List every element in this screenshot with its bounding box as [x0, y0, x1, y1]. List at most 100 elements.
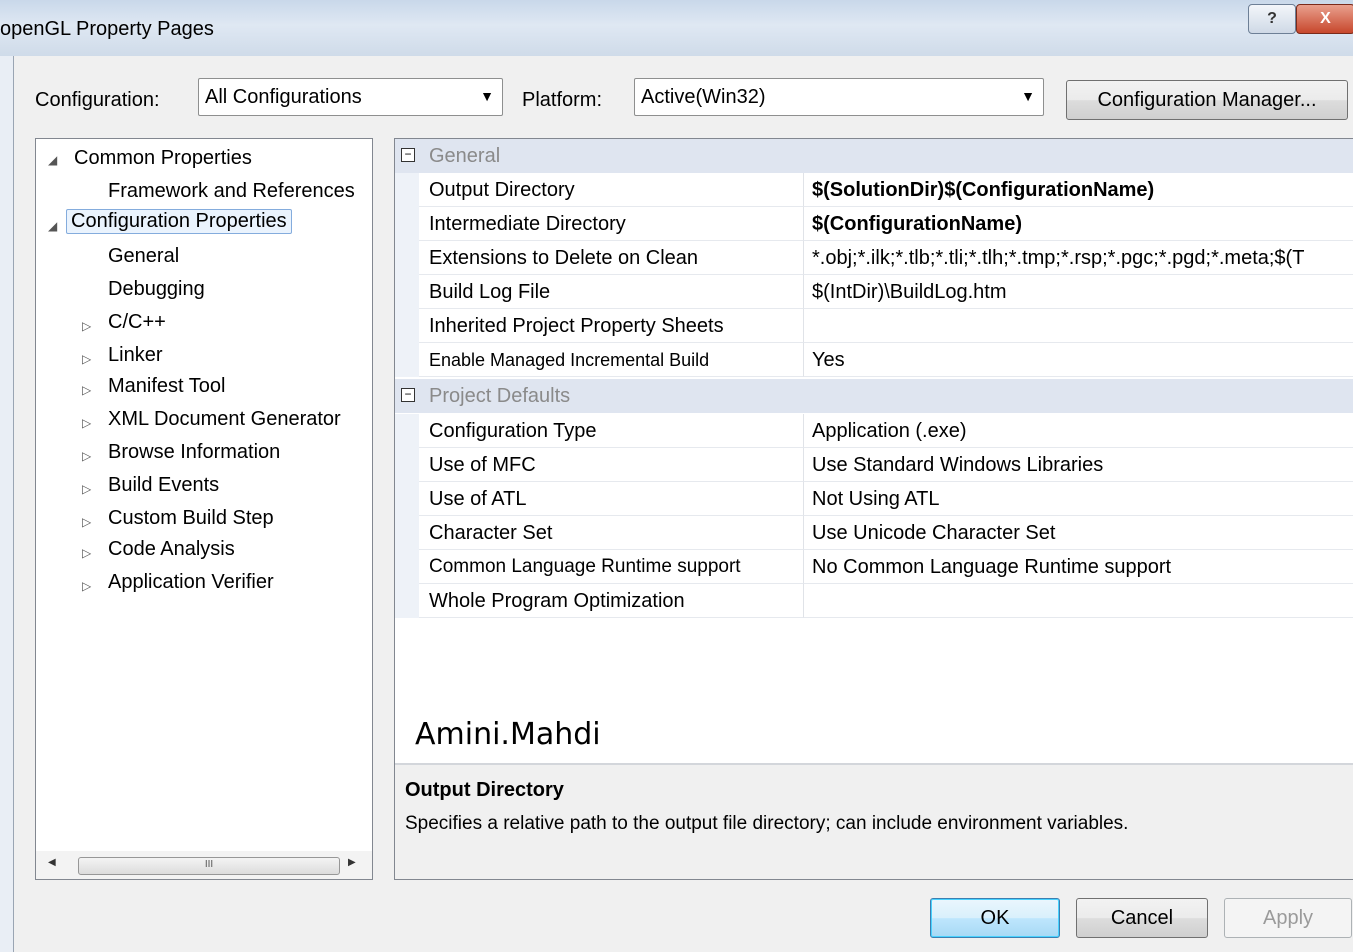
table-row[interactable]: Use of ATL Not Using ATL [395, 482, 1353, 516]
tree-item-build-events[interactable]: Build Events [108, 474, 219, 497]
property-name: Build Log File [419, 275, 804, 309]
row-gutter [395, 275, 419, 309]
property-value[interactable]: Not Using ATL [804, 482, 1353, 516]
chevron-down-icon: ▼ [480, 88, 494, 104]
table-row[interactable]: Extensions to Delete on Clean *.obj;*.il… [395, 241, 1353, 275]
property-value[interactable] [804, 309, 1353, 343]
platform-dropdown[interactable]: Active(Win32) ▼ [634, 78, 1044, 116]
ok-button[interactable]: OK [930, 898, 1060, 938]
collapsed-icon[interactable]: ▷ [82, 515, 91, 529]
property-name: Use of ATL [419, 482, 804, 516]
property-name: Character Set [419, 516, 804, 550]
property-value[interactable]: Use Standard Windows Libraries [804, 448, 1353, 482]
collapsed-icon[interactable]: ▷ [82, 352, 91, 366]
configuration-dropdown[interactable]: All Configurations ▼ [198, 78, 503, 116]
expanded-icon[interactable]: ◢ [48, 219, 57, 233]
table-row[interactable]: Character Set Use Unicode Character Set [395, 516, 1353, 550]
configuration-manager-button[interactable]: Configuration Manager... [1066, 80, 1348, 120]
collapse-icon[interactable]: − [401, 388, 415, 402]
tree-item-configuration-properties[interactable]: Configuration Properties [66, 209, 292, 234]
property-value[interactable]: No Common Language Runtime support [804, 550, 1353, 584]
description-text: Specifies a relative path to the output … [405, 813, 1129, 834]
row-gutter [395, 550, 419, 584]
property-value[interactable] [804, 584, 1353, 618]
tree-item-framework-and-references[interactable]: Framework and References [108, 180, 355, 203]
description-title: Output Directory [405, 779, 564, 801]
property-name: Common Language Runtime support [419, 550, 804, 584]
category-general[interactable]: − General [395, 139, 1353, 173]
collapsed-icon[interactable]: ▷ [82, 579, 91, 593]
dialog-client-area: Configuration: All Configurations ▼ Plat… [13, 56, 1353, 952]
table-row[interactable]: Configuration Type Application (.exe) [395, 414, 1353, 448]
help-icon: ? [1267, 10, 1277, 27]
cancel-button[interactable]: Cancel [1076, 898, 1208, 938]
property-value[interactable]: $(ConfigurationName) [804, 207, 1353, 241]
property-value[interactable]: $(SolutionDir)$(ConfigurationName) [804, 173, 1353, 207]
table-row[interactable]: Enable Managed Incremental Build Yes [395, 343, 1353, 377]
collapsed-icon[interactable]: ▷ [82, 449, 91, 463]
description-pane: Output Directory Specifies a relative pa… [395, 763, 1353, 879]
property-value[interactable]: $(IntDir)\BuildLog.htm [804, 275, 1353, 309]
help-button[interactable]: ? [1248, 4, 1296, 34]
platform-value: Active(Win32) [641, 86, 766, 108]
collapsed-icon[interactable]: ▷ [82, 319, 91, 333]
property-name: Enable Managed Incremental Build [419, 343, 804, 377]
table-row[interactable]: Output Directory $(SolutionDir)$(Configu… [395, 173, 1353, 207]
grip-icon: III [204, 859, 214, 870]
property-name: Whole Program Optimization [419, 584, 804, 618]
property-value[interactable]: Application (.exe) [804, 414, 1353, 448]
tree-item-application-verifier[interactable]: Application Verifier [108, 571, 274, 594]
collapse-icon[interactable]: − [401, 148, 415, 162]
tree-item-code-analysis[interactable]: Code Analysis [108, 538, 235, 561]
row-gutter [395, 343, 419, 377]
category-title: Project Defaults [429, 385, 571, 407]
apply-button[interactable]: Apply [1224, 898, 1352, 938]
category-project-defaults[interactable]: − Project Defaults [395, 379, 1353, 413]
scroll-right-icon[interactable]: ▶ [348, 857, 356, 868]
collapsed-icon[interactable]: ▷ [82, 416, 91, 430]
expanded-icon[interactable]: ◢ [48, 153, 57, 167]
collapsed-icon[interactable]: ▷ [82, 482, 91, 496]
tree-item-linker[interactable]: Linker [108, 344, 162, 367]
row-gutter [395, 207, 419, 241]
row-gutter [395, 482, 419, 516]
property-name: Use of MFC [419, 448, 804, 482]
property-name: Intermediate Directory [419, 207, 804, 241]
tree-item-browse-information[interactable]: Browse Information [108, 441, 280, 464]
scroll-left-icon[interactable]: ◀ [48, 857, 56, 868]
table-row[interactable]: Use of MFC Use Standard Windows Librarie… [395, 448, 1353, 482]
tree-item-general[interactable]: General [108, 245, 179, 268]
property-value[interactable]: Yes [804, 343, 1353, 377]
property-name: Inherited Project Property Sheets [419, 309, 804, 343]
scrollbar-thumb[interactable]: III [78, 857, 340, 875]
property-value[interactable]: *.obj;*.ilk;*.tlb;*.tli;*.tlh;*.tmp;*.rs… [804, 241, 1353, 275]
collapsed-icon[interactable]: ▷ [82, 383, 91, 397]
tree-item-common-properties[interactable]: Common Properties [74, 147, 252, 170]
close-button[interactable]: X [1296, 4, 1353, 34]
table-row[interactable]: Whole Program Optimization [395, 584, 1353, 618]
title-bar: openGL Property Pages ? X [0, 0, 1353, 56]
property-value[interactable]: Use Unicode Character Set [804, 516, 1353, 550]
table-row[interactable]: Build Log File $(IntDir)\BuildLog.htm [395, 275, 1353, 309]
row-gutter [395, 516, 419, 550]
tree-item-c-cpp[interactable]: C/C++ [108, 311, 166, 334]
tree-item-debugging[interactable]: Debugging [108, 278, 205, 301]
configuration-value: All Configurations [205, 86, 362, 108]
collapsed-icon[interactable]: ▷ [82, 546, 91, 560]
table-row[interactable]: Inherited Project Property Sheets [395, 309, 1353, 343]
row-gutter [395, 309, 419, 343]
row-gutter [395, 584, 419, 618]
tree-item-xml-document-generator[interactable]: XML Document Generator [108, 408, 341, 431]
table-row[interactable]: Intermediate Directory $(ConfigurationNa… [395, 207, 1353, 241]
row-gutter [395, 414, 419, 448]
tree-horizontal-scrollbar[interactable]: ◀ III ▶ [36, 851, 372, 879]
window-title: openGL Property Pages [0, 18, 214, 40]
category-title: General [429, 145, 501, 167]
tree-item-manifest-tool[interactable]: Manifest Tool [108, 375, 225, 398]
row-gutter [395, 241, 419, 275]
configuration-label: Configuration: [35, 89, 160, 111]
table-row[interactable]: Common Language Runtime support No Commo… [395, 550, 1353, 584]
row-gutter [395, 448, 419, 482]
tree-item-custom-build-step[interactable]: Custom Build Step [108, 507, 274, 530]
platform-label: Platform: [522, 89, 603, 111]
